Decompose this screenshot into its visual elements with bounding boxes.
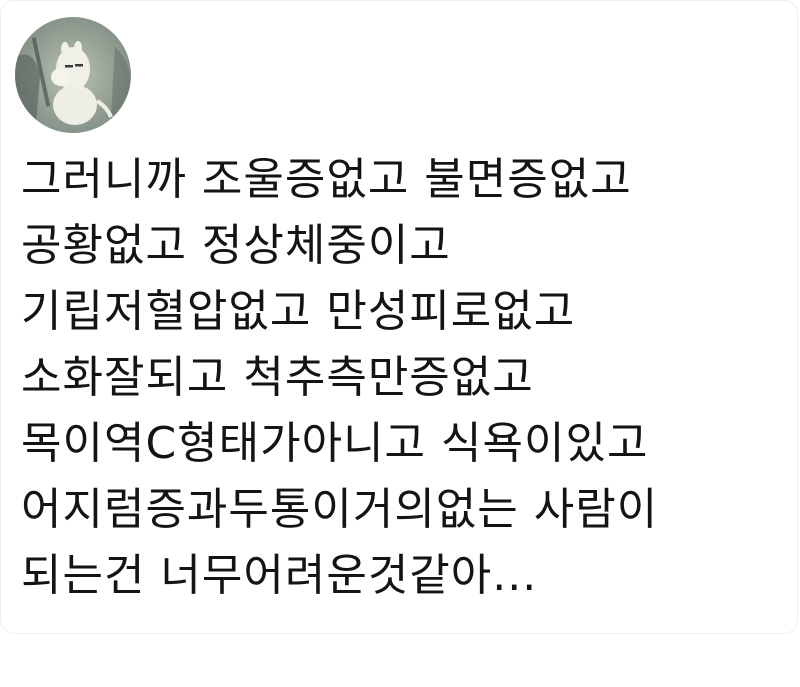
- tweet-line: 공황없고 정상체중이고: [21, 220, 451, 271]
- moomin-avatar-icon: [15, 17, 131, 133]
- tweet-line: 목이역C형태가아니고 식욕이있고: [21, 418, 649, 469]
- tweet-line: 소화잘되고 척추측만증없고: [21, 352, 534, 403]
- tweet-card: 그러니까 조울증없고 불면증없고 공황없고 정상체중이고 기립저혈압없고 만성피…: [0, 0, 798, 634]
- tweet-line: 기립저혈압없고 만성피로없고: [21, 286, 576, 337]
- tweet-line: 되는건 너무어려운것같아...: [21, 550, 538, 601]
- tweet-line: 그러니까 조울증없고 불면증없고: [21, 154, 632, 205]
- avatar[interactable]: [15, 17, 131, 133]
- tweet-text: 그러니까 조울증없고 불면증없고 공황없고 정상체중이고 기립저혈압없고 만성피…: [21, 147, 791, 609]
- tweet-line: 어지럼증과두통이거의없는 사람이: [21, 484, 659, 535]
